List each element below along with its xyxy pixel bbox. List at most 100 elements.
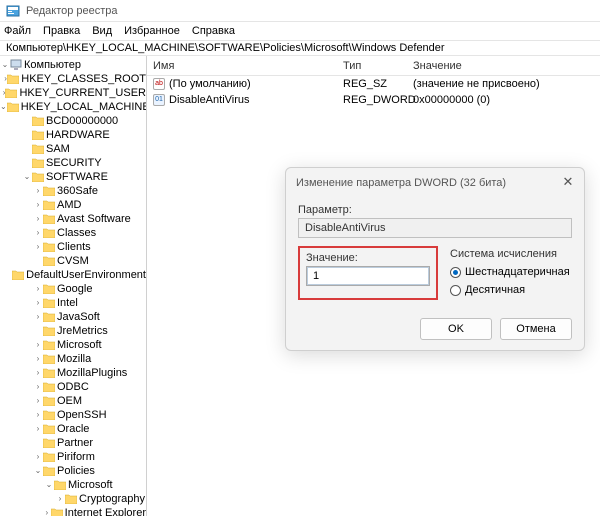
tree-pane[interactable]: ⌄Компьютер›HKEY_CLASSES_ROOT›HKEY_CURREN… [0, 56, 147, 516]
tree-item[interactable]: ›360Safe [0, 184, 146, 198]
cancel-button[interactable]: Отмена [500, 318, 572, 340]
folder-icon [54, 479, 66, 491]
tree-item-label: DefaultUserEnvironment [26, 268, 146, 282]
dialog-titlebar[interactable]: Изменение параметра DWORD (32 бита) ✕ [286, 168, 584, 198]
ok-button[interactable]: OK [420, 318, 492, 340]
tree-item-label: OEM [57, 394, 82, 408]
value-highlight-box: Значение: [298, 246, 438, 300]
value-input[interactable] [306, 266, 430, 286]
folder-icon [32, 115, 44, 127]
chevron-down-icon[interactable]: ⌄ [0, 58, 10, 72]
tree-item[interactable]: ›Google [0, 282, 146, 296]
folder-icon [43, 241, 55, 253]
tree-item[interactable]: ›Cryptography [0, 492, 146, 506]
radio-hex[interactable]: Шестнадцатеричная [450, 264, 572, 280]
chevron-right-icon[interactable]: › [33, 450, 43, 464]
tree-item[interactable]: DefaultUserEnvironment [0, 268, 146, 282]
tree-item-label: Oracle [57, 422, 89, 436]
tree-item[interactable]: ›Classes [0, 226, 146, 240]
menu-edit[interactable]: Правка [43, 25, 80, 37]
chevron-down-icon[interactable]: ⌄ [22, 170, 32, 184]
tree-item[interactable]: JreMetrics [0, 324, 146, 338]
menu-view[interactable]: Вид [92, 25, 112, 37]
tree-item[interactable]: › OEM [0, 394, 146, 408]
param-label: Параметр: [298, 204, 572, 216]
chevron-right-icon[interactable]: › [33, 338, 43, 352]
tree-item[interactable]: BCD00000000 [0, 114, 146, 128]
tree-item[interactable]: ⌄Компьютер [0, 58, 146, 72]
value-row[interactable]: ab(По умолчанию)REG_SZ(значение не присв… [147, 76, 600, 92]
chevron-right-icon[interactable]: › [55, 492, 65, 506]
tree-item[interactable]: ›HKEY_CLASSES_ROOT [0, 72, 146, 86]
tree-item[interactable]: › AMD [0, 198, 146, 212]
tree-item[interactable]: ⌄ HKEY_LOCAL_MACHINE [0, 100, 146, 114]
tree-item[interactable]: CVSM [0, 254, 146, 268]
tree-item[interactable]: ›ODBC [0, 380, 146, 394]
radio-dec-button[interactable] [450, 285, 461, 296]
chevron-right-icon[interactable]: › [33, 422, 43, 436]
radio-dec-label: Десятичная [465, 284, 525, 296]
tree-item[interactable]: ›Intel [0, 296, 146, 310]
chevron-right-icon[interactable]: › [33, 212, 43, 226]
chevron-right-icon[interactable]: › [33, 240, 43, 254]
chevron-right-icon[interactable]: › [33, 394, 43, 408]
folder-icon [65, 493, 77, 505]
tree-item[interactable]: ›OpenSSH [0, 408, 146, 422]
chevron-right-icon[interactable]: › [33, 282, 43, 296]
tree-item[interactable]: ›Avast Software [0, 212, 146, 226]
chevron-right-icon[interactable]: › [33, 366, 43, 380]
tree-item[interactable]: › Oracle [0, 422, 146, 436]
chevron-right-icon[interactable]: › [43, 506, 51, 516]
radio-hex-button[interactable] [450, 267, 461, 278]
tree-item[interactable]: ›HKEY_CURRENT_USER [0, 86, 146, 100]
value-row[interactable]: 01DisableAntiVirusREG_DWORD0x00000000 (0… [147, 92, 600, 108]
chevron-down-icon[interactable]: ⌄ [0, 100, 7, 114]
chevron-right-icon[interactable]: › [33, 198, 43, 212]
radio-dec[interactable]: Десятичная [450, 282, 572, 298]
dialog-title: Изменение параметра DWORD (32 бита) [296, 177, 506, 189]
tree-item-label: HKEY_CURRENT_USER [19, 86, 146, 100]
tree-item[interactable]: ⌄Policies [0, 464, 146, 478]
close-icon[interactable]: ✕ [560, 174, 576, 190]
tree-item[interactable]: ›Internet Explorer [0, 506, 146, 516]
menubar: Файл Правка Вид Избранное Справка [0, 22, 600, 40]
chevron-down-icon[interactable]: ⌄ [33, 464, 43, 478]
tree-item[interactable]: SECURITY [0, 156, 146, 170]
tree-item-label: HKEY_CLASSES_ROOT [21, 72, 146, 86]
col-header-value[interactable]: Значение [407, 60, 600, 72]
tree-item[interactable]: ›Mozilla [0, 352, 146, 366]
chevron-right-icon[interactable]: › [33, 184, 43, 198]
tree-item[interactable]: HARDWARE [0, 128, 146, 142]
tree-item[interactable]: ⌄Microsoft [0, 478, 146, 492]
param-field [298, 218, 572, 238]
tree-item-label: HKEY_LOCAL_MACHINE [21, 100, 147, 114]
string-value-icon: ab [153, 78, 165, 90]
col-header-name[interactable]: Имя [147, 60, 337, 72]
tree-item[interactable]: ›Piriform [0, 450, 146, 464]
folder-icon [51, 507, 63, 516]
tree-item-label: SOFTWARE [46, 170, 108, 184]
edit-dword-dialog: Изменение параметра DWORD (32 бита) ✕ Па… [285, 167, 585, 351]
tree-item[interactable]: ⌄ SOFTWARE [0, 170, 146, 184]
chevron-down-icon[interactable]: ⌄ [44, 478, 54, 492]
chevron-right-icon[interactable]: › [33, 296, 43, 310]
menu-favorites[interactable]: Избранное [124, 25, 180, 37]
chevron-right-icon[interactable]: › [33, 310, 43, 324]
menu-help[interactable]: Справка [192, 25, 235, 37]
tree-item[interactable]: ›Microsoft [0, 338, 146, 352]
tree-item[interactable]: ›Clients [0, 240, 146, 254]
tree-item[interactable]: Partner [0, 436, 146, 450]
chevron-right-icon[interactable]: › [33, 408, 43, 422]
address-bar[interactable]: Компьютер\HKEY_LOCAL_MACHINE\SOFTWARE\Po… [0, 40, 600, 56]
chevron-right-icon[interactable]: › [33, 226, 43, 240]
tree-item[interactable]: ›MozillaPlugins [0, 366, 146, 380]
chevron-right-icon[interactable]: › [33, 352, 43, 366]
folder-icon [43, 409, 55, 421]
chevron-right-icon[interactable]: › [33, 380, 43, 394]
tree-item-label: AMD [57, 198, 81, 212]
folder-icon [43, 311, 55, 323]
col-header-type[interactable]: Тип [337, 60, 407, 72]
menu-file[interactable]: Файл [4, 25, 31, 37]
tree-item[interactable]: ›JavaSoft [0, 310, 146, 324]
tree-item[interactable]: SAM [0, 142, 146, 156]
